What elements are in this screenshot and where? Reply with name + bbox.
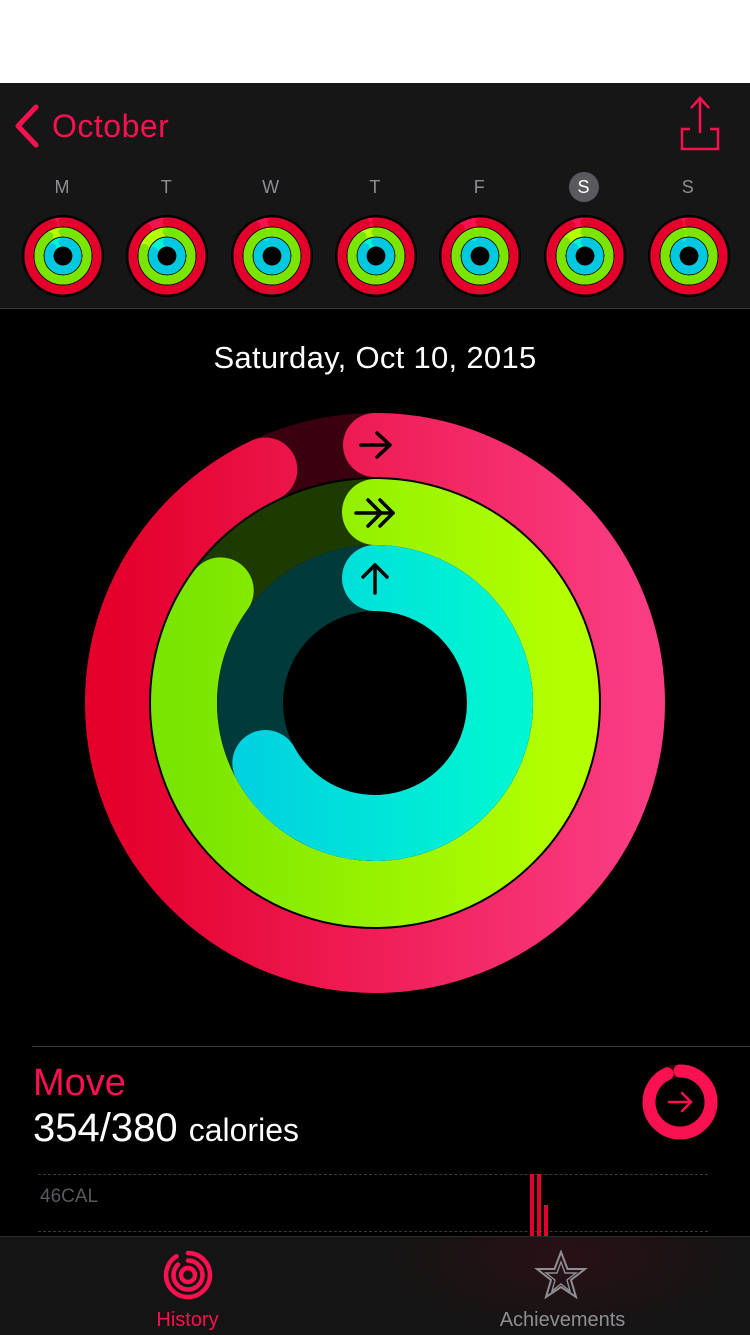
activity-rings: [85, 413, 665, 993]
chart-bar: [537, 1174, 542, 1236]
day-letter-text: T: [160, 177, 172, 197]
tab-achievements[interactable]: Achievements: [375, 1237, 750, 1335]
back-button[interactable]: October: [14, 101, 169, 151]
tab-achievements-label: Achievements: [499, 1309, 626, 1331]
day-letter: F: [427, 173, 531, 201]
day-5[interactable]: S: [532, 171, 636, 301]
day-letter-text: S: [568, 172, 599, 202]
day-1[interactable]: T: [114, 171, 218, 301]
day-4[interactable]: F: [427, 171, 531, 301]
day-6[interactable]: S: [636, 171, 740, 301]
date-title: Saturday, Oct 10, 2015: [213, 340, 537, 375]
chart-bar: [543, 1205, 548, 1236]
day-rings: [126, 215, 209, 297]
move-chart: 46CAL: [38, 1170, 708, 1236]
status-bar: [0, 0, 750, 83]
day-letter-text: F: [473, 177, 485, 197]
calendar-header: October M T W T F S S: [0, 83, 750, 309]
day-letter-text: S: [681, 177, 694, 197]
day-letter-text: T: [369, 177, 381, 197]
move-value: 354/380 calories: [33, 1106, 299, 1151]
day-rings: [439, 215, 522, 297]
move-calories: 354/380: [33, 1106, 178, 1150]
day-letter: M: [10, 173, 114, 201]
activity-rings-icon: [163, 1250, 213, 1300]
day-letter-text: W: [262, 177, 280, 197]
day-rings: [647, 215, 730, 297]
chart-y-tick: 46CAL: [40, 1186, 99, 1207]
day-rings: [543, 215, 626, 297]
day-letter: T: [114, 173, 218, 201]
tab-history[interactable]: History: [0, 1237, 375, 1335]
move-ring-mini[interactable]: [640, 1062, 720, 1142]
share-icon: [680, 96, 720, 151]
day-letter: T: [323, 173, 427, 201]
day-0[interactable]: M: [10, 171, 114, 301]
day-ring-bg: [22, 215, 104, 297]
day-ring-bg: [647, 215, 730, 297]
day-letter: S: [636, 173, 740, 201]
gridline: [38, 1174, 708, 1175]
tab-history-label: History: [156, 1309, 219, 1331]
day-rings: [334, 215, 417, 297]
day-ring-bg: [230, 215, 313, 297]
chevron-left-icon: [15, 104, 39, 148]
week-strip: MTWTFSS: [0, 171, 750, 301]
move-title: Move: [33, 1062, 126, 1104]
day-2[interactable]: W: [219, 171, 323, 301]
arrow-right-icon: [667, 1091, 693, 1113]
day-ring-bg: [543, 215, 626, 297]
day-ring-bg: [439, 215, 522, 297]
move-unit: calories: [188, 1112, 299, 1148]
divider: [32, 1046, 750, 1047]
tab-bar: History Achievements: [0, 1236, 750, 1335]
day-rings: [230, 215, 313, 297]
star-badge-icon: [534, 1249, 588, 1300]
day-3[interactable]: T: [323, 171, 427, 301]
day-rings: [22, 215, 104, 297]
day-ring-bg: [334, 215, 417, 297]
gridline: [38, 1231, 708, 1232]
day-letter: S: [532, 172, 636, 202]
day-ring-bg: [126, 215, 209, 297]
chart-bar: [530, 1174, 535, 1236]
back-label: October: [52, 107, 170, 144]
day-letter: W: [219, 173, 323, 201]
share-button[interactable]: [672, 93, 728, 153]
day-letter-text: M: [54, 177, 70, 197]
